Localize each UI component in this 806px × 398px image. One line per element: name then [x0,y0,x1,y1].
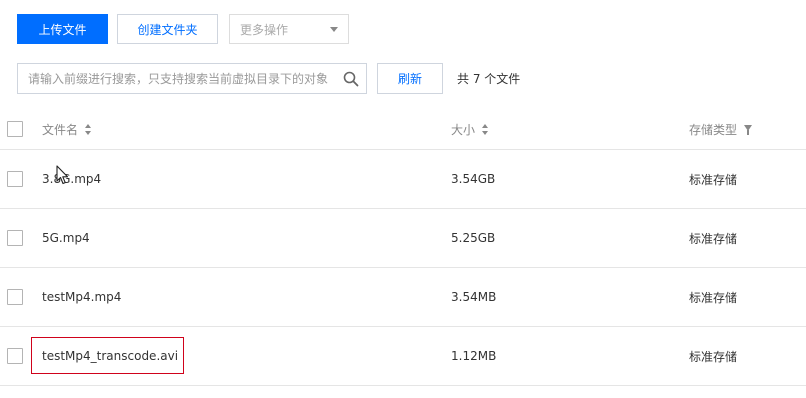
search-placeholder: 请输入前缀进行搜索，只支持搜索当前虚拟目录下的对象 [28,72,329,86]
filter-icon[interactable] [744,125,753,135]
mouse-cursor-icon [56,165,69,185]
table-divider [0,326,806,327]
table-divider [0,149,806,150]
table-divider [0,267,806,268]
file-size: 5.25GB [451,231,496,245]
storage-class: 标准存储 [689,231,738,246]
file-name[interactable]: 3.8G.mp4 [42,169,101,189]
refresh-button[interactable]: 刷新 [377,63,443,94]
search-input[interactable]: 请输入前缀进行搜索，只支持搜索当前虚拟目录下的对象 [17,63,367,94]
upload-file-button[interactable]: 上传文件 [17,14,108,44]
row-checkbox[interactable] [7,289,23,305]
storage-class: 标准存储 [689,290,738,305]
search-icon[interactable] [343,71,359,87]
file-size: 3.54GB [451,172,496,186]
file-size: 1.12MB [451,349,497,363]
row-checkbox[interactable] [7,348,23,364]
column-header-name[interactable]: 文件名 [42,110,92,148]
table-divider [0,208,806,209]
more-actions-label: 更多操作 [240,22,289,37]
table-divider [0,385,806,386]
storage-class: 标准存储 [689,349,738,364]
file-name[interactable]: testMp4.mp4 [42,287,121,307]
column-header-storage-class-label: 存储类型 [689,122,738,137]
create-folder-button[interactable]: 创建文件夹 [117,14,218,44]
file-size: 3.54MB [451,290,497,304]
column-header-size-label: 大小 [451,122,476,137]
chevron-down-icon [330,27,338,32]
column-header-size[interactable]: 大小 [451,110,489,148]
row-checkbox[interactable] [7,171,23,187]
column-header-name-label: 文件名 [42,122,79,137]
file-name[interactable]: 5G.mp4 [42,228,90,248]
storage-class: 标准存储 [689,172,738,187]
file-name[interactable]: testMp4_transcode.avi [42,346,178,366]
sort-icon[interactable] [482,123,489,135]
more-actions-select[interactable]: 更多操作 [229,14,349,44]
file-count: 共 7 个文件 [457,72,521,86]
select-all-checkbox[interactable] [7,121,23,137]
row-checkbox[interactable] [7,230,23,246]
column-header-storage-class[interactable]: 存储类型 [689,110,753,148]
sort-icon[interactable] [85,123,92,135]
